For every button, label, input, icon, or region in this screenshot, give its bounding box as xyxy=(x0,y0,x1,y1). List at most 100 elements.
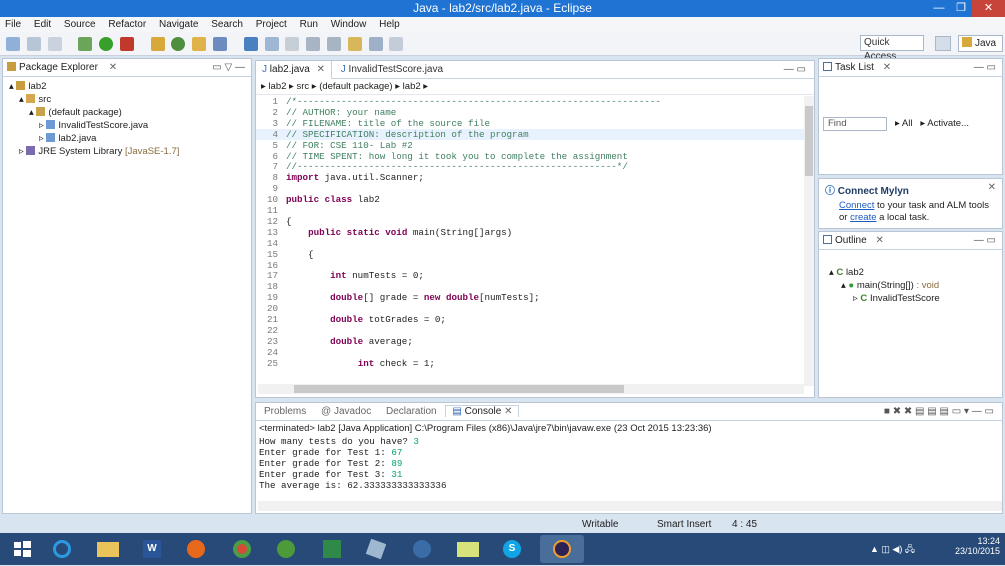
code-line[interactable]: 3 // FILENAME: title of the source file xyxy=(256,118,804,129)
tab-invalidtestscore-java[interactable]: J InvalidTestScore.java xyxy=(335,61,449,79)
code-line[interactable]: 17 int numTests = 0; xyxy=(256,270,804,281)
internet-explorer-icon[interactable] xyxy=(44,535,80,563)
print-icon[interactable] xyxy=(47,37,62,51)
menu-search[interactable]: Search xyxy=(206,17,248,32)
view-menu-icon[interactable]: ― ▭ xyxy=(974,59,996,77)
code-line[interactable]: 1 /*-------------------------------------… xyxy=(256,96,804,107)
package-explorer-tab[interactable]: Package Explorer ✕ ▭ ▽ ― xyxy=(3,59,251,77)
breadcrumb-item[interactable]: lab2 xyxy=(403,81,421,92)
menu-help[interactable]: Help xyxy=(374,17,405,32)
code-line[interactable]: 23 double average; xyxy=(256,336,804,347)
code-line[interactable]: 10 public class lab2 xyxy=(256,194,804,205)
scrollbar-thumb[interactable] xyxy=(294,385,624,393)
new-java-package-icon[interactable] xyxy=(150,37,165,51)
outline-item-invalidtestscore[interactable]: ▹ C InvalidTestScore xyxy=(829,292,1002,305)
close-tab-icon[interactable]: ✕ xyxy=(883,62,891,73)
forward-icon[interactable] xyxy=(389,37,404,51)
breadcrumb-item[interactable]: src xyxy=(296,81,309,92)
all-link[interactable]: All xyxy=(902,118,913,129)
outline-item-class[interactable]: ▴ C lab2 xyxy=(829,266,1002,279)
restore-button[interactable]: ❐ xyxy=(950,0,972,17)
outline-item-method[interactable]: ▴ ● main(String[]) : void xyxy=(829,279,1002,292)
tab-declaration[interactable]: Declaration xyxy=(380,406,443,417)
tree-item-src[interactable]: ▴ src xyxy=(9,93,251,106)
word-icon[interactable]: W xyxy=(134,535,170,563)
scrollbar-thumb[interactable] xyxy=(805,106,813,176)
debug-icon[interactable] xyxy=(78,37,93,51)
next-annotation-icon[interactable] xyxy=(306,37,321,51)
code-line[interactable]: 7 //-------------------------------------… xyxy=(256,161,804,172)
tab-problems[interactable]: Problems xyxy=(258,406,312,417)
open-perspective-icon[interactable] xyxy=(935,36,951,51)
folder-app-icon[interactable] xyxy=(450,535,486,563)
code-line[interactable]: 11 xyxy=(256,205,804,216)
block-selection-icon[interactable] xyxy=(285,37,300,51)
vertical-scrollbar[interactable] xyxy=(804,96,814,386)
java-perspective-button[interactable]: Java xyxy=(958,35,1003,52)
new-icon[interactable] xyxy=(6,37,20,51)
eclipse-taskbar-icon[interactable] xyxy=(540,535,584,563)
console-horizontal-scrollbar[interactable] xyxy=(258,501,1002,511)
activate-link[interactable]: Activate... xyxy=(927,118,969,129)
menu-refactor[interactable]: Refactor xyxy=(103,17,151,32)
menu-run[interactable]: Run xyxy=(295,17,323,32)
skype-icon[interactable]: S xyxy=(494,535,530,563)
code-line[interactable]: 4 // SPECIFICATION: description of the pr… xyxy=(256,128,804,140)
code-line[interactable]: 15 { xyxy=(256,249,804,260)
run-icon[interactable] xyxy=(99,37,114,51)
search-icon[interactable] xyxy=(213,37,228,51)
view-menu-icon[interactable]: ▭ ▽ ― xyxy=(212,59,245,77)
save-icon[interactable] xyxy=(26,37,41,51)
minimize-button[interactable]: — xyxy=(928,0,950,17)
network-app-icon[interactable] xyxy=(404,535,440,563)
task-find-input[interactable]: Find xyxy=(823,117,887,131)
open-type-icon[interactable] xyxy=(192,37,207,51)
code-line[interactable]: 21 double totGrades = 0; xyxy=(256,314,804,325)
code-line[interactable]: 18 xyxy=(256,281,804,292)
outline-tab[interactable]: Outline ✕ ― ▭ xyxy=(819,232,1002,250)
code-line[interactable]: 24 xyxy=(256,347,804,358)
menu-window[interactable]: Window xyxy=(326,17,372,32)
tree-item-jre-library[interactable]: ▹ JRE System Library [JavaSE-1.7] xyxy=(9,145,251,158)
chrome-icon[interactable] xyxy=(224,535,260,563)
code-line[interactable]: 9 xyxy=(256,183,804,194)
start-button[interactable] xyxy=(4,535,40,563)
editor-maximize-icon[interactable]: ― ▭ xyxy=(784,61,806,79)
connect-link[interactable]: Connect xyxy=(839,200,874,211)
task-list-tab[interactable]: Task List ✕ ― ▭ xyxy=(819,59,1002,77)
code-line[interactable]: 5 // FOR: CSE 110- Lab #2 xyxy=(256,140,804,151)
globe-app-icon[interactable] xyxy=(268,535,304,563)
toggle-mark-occurrences-icon[interactable] xyxy=(243,37,258,51)
back-icon[interactable] xyxy=(368,37,383,51)
horizontal-scrollbar[interactable] xyxy=(258,384,804,394)
tab-console[interactable]: ▤ Console ✕ xyxy=(445,405,520,417)
menu-project[interactable]: Project xyxy=(251,17,292,32)
code-line[interactable]: 12 { xyxy=(256,216,804,227)
code-line[interactable]: 8 import java.util.Scanner; xyxy=(256,172,804,183)
tray-icons[interactable]: ▲ ◫ ◀) 🖧 xyxy=(870,542,915,558)
previous-annotation-icon[interactable] xyxy=(326,37,341,51)
file-explorer-icon[interactable] xyxy=(90,535,126,563)
tree-item-invalidtestscore[interactable]: ▹ InvalidTestScore.java xyxy=(9,119,251,132)
external-tools-icon[interactable] xyxy=(119,37,134,51)
breadcrumb-item[interactable]: (default package) xyxy=(319,81,392,92)
code-line[interactable]: 13 public static void main(String[]args) xyxy=(256,227,804,238)
code-line[interactable]: 19 double[] grade = new double[numTests]… xyxy=(256,292,804,303)
last-edit-location-icon[interactable] xyxy=(347,37,362,51)
console-toolbar-icons[interactable]: ■ ✖ ✖ ▤ ▤ ▤ ▭ ▾ ― ▭ xyxy=(884,403,994,421)
tree-item-lab2-java[interactable]: ▹ lab2.java xyxy=(9,132,251,145)
close-tab-icon[interactable]: ✕ xyxy=(109,62,117,73)
close-tab-icon[interactable]: ✕ xyxy=(504,406,512,417)
quick-access-input[interactable]: Quick Access xyxy=(860,35,924,62)
close-icon[interactable]: ✕ xyxy=(988,182,996,193)
new-java-class-icon[interactable] xyxy=(171,37,186,51)
tree-item-default-package[interactable]: ▴ (default package) xyxy=(9,106,251,119)
tab-javadoc[interactable]: @ Javadoc xyxy=(315,406,377,417)
menu-navigate[interactable]: Navigate xyxy=(154,17,203,32)
breadcrumb-item[interactable]: lab2 xyxy=(268,81,286,92)
menu-file[interactable]: File xyxy=(0,17,26,32)
close-button[interactable]: ✕ xyxy=(972,0,1005,17)
code-line[interactable]: 16 xyxy=(256,260,804,271)
view-menu-icon[interactable]: ― ▭ xyxy=(974,232,996,250)
tab-lab2-java[interactable]: J lab2.java ✕ xyxy=(256,61,332,79)
